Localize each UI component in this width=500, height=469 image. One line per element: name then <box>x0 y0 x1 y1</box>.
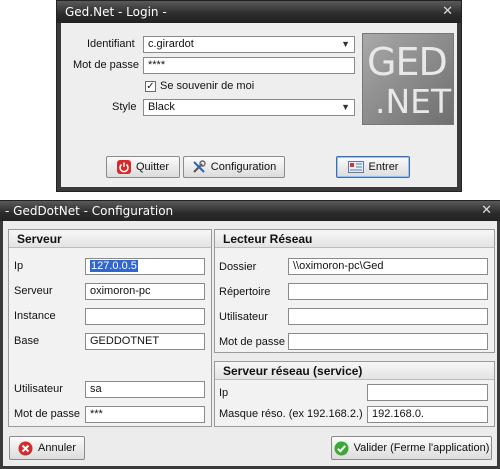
power-icon <box>116 160 131 174</box>
tools-icon <box>193 160 206 173</box>
identifiant-label: Identifiant <box>87 38 135 50</box>
mot-de-passe-value: *** <box>90 408 103 420</box>
mot-de-passe-label: Mot de passe <box>14 408 81 420</box>
ged-net-logo: GED .NET <box>362 33 454 125</box>
dossier-field[interactable]: \\oximoron-pc\Ged <box>288 258 488 275</box>
remember-checkbox[interactable]: ✓ <box>145 81 156 92</box>
utilisateur-field[interactable]: sa <box>85 381 205 398</box>
service-ip-label: Ip <box>219 387 229 399</box>
chevron-down-icon[interactable]: ▼ <box>341 38 350 51</box>
close-icon[interactable]: ✕ <box>442 4 453 19</box>
cancel-icon <box>18 441 33 455</box>
identifiant-value: c.girardot <box>148 38 194 50</box>
lecteur-mot-de-passe-field[interactable] <box>288 333 488 350</box>
password-label: Mot de passe <box>73 59 140 71</box>
enter-label: Entrer <box>368 161 399 173</box>
configuration-body: Serveur Ip 127.0.0.5 Serveur oximoron-pc… <box>3 221 497 466</box>
remember-label: Se souvenir de moi <box>160 80 255 92</box>
lecteur-reseau-group: Lecteur Réseau Dossier \\oximoron-pc\Ged… <box>214 229 495 353</box>
serveur-group-title: Serveur <box>9 230 211 248</box>
style-value: Black <box>148 101 175 113</box>
instance-label: Instance <box>14 310 56 322</box>
cancel-label: Annuler <box>38 442 76 454</box>
configuration-window: - GedDotNet - Configuration ✕ Serveur Ip… <box>0 200 500 469</box>
check-icon <box>334 441 349 455</box>
configuration-title: - GedDotNet - Configuration <box>5 204 174 218</box>
style-label: Style <box>112 101 137 113</box>
masque-label: Masque réso. (ex 192.168.2.) <box>219 408 363 420</box>
serveur-group: Serveur Ip 127.0.0.5 Serveur oximoron-pc… <box>8 229 212 427</box>
login-window: Ged.Net - Login - ✕ Identifiant c.girard… <box>56 0 462 192</box>
serveur-reseau-group-title: Serveur réseau (service) <box>215 362 494 380</box>
utilisateur-label: Utilisateur <box>14 383 63 395</box>
login-icon <box>347 161 364 173</box>
login-body: Identifiant c.girardot ▼ Mot de passe **… <box>61 23 457 187</box>
service-ip-field[interactable] <box>367 384 488 401</box>
base-label: Base <box>14 335 40 347</box>
lecteur-reseau-group-title: Lecteur Réseau <box>215 230 494 248</box>
repertoire-field[interactable] <box>288 283 488 300</box>
utilisateur-value: sa <box>90 383 102 395</box>
ip-value: 127.0.0.5 <box>90 260 138 272</box>
dossier-value: \\oximoron-pc\Ged <box>293 260 384 272</box>
chevron-down-icon[interactable]: ▼ <box>341 101 350 114</box>
style-combo[interactable]: Black ▼ <box>143 99 355 116</box>
quit-button[interactable]: Quitter <box>106 156 180 178</box>
base-value: GEDDOTNET <box>90 335 160 347</box>
masque-field[interactable]: 192.168.0. <box>367 406 488 423</box>
repertoire-label: Répertoire <box>219 286 271 298</box>
serveur-reseau-group: Serveur réseau (service) Ip Masque réso.… <box>214 361 495 427</box>
password-value: **** <box>148 59 166 71</box>
ip-field[interactable]: 127.0.0.5 <box>85 258 205 275</box>
password-field[interactable]: **** <box>143 57 355 74</box>
quit-label: Quitter <box>135 161 169 173</box>
configuration-button[interactable]: Configuration <box>183 156 285 178</box>
login-titlebar[interactable]: Ged.Net - Login - ✕ <box>57 1 461 23</box>
ip-label: Ip <box>14 260 24 272</box>
masque-value: 192.168.0. <box>372 408 424 420</box>
lecteur-mot-de-passe-label: Mot de passe <box>219 336 286 348</box>
logo-line2: .NET <box>375 82 452 121</box>
identifiant-combo[interactable]: c.girardot ▼ <box>143 36 355 53</box>
serveur-label: Serveur <box>14 285 53 297</box>
login-title: Ged.Net - Login - <box>65 5 167 19</box>
validate-label: Valider (Ferme l'application) <box>353 442 490 454</box>
base-field[interactable]: GEDDOTNET <box>85 333 205 350</box>
close-icon[interactable]: ✕ <box>481 203 492 218</box>
validate-button[interactable]: Valider (Ferme l'application) <box>331 436 492 460</box>
instance-field[interactable] <box>85 308 205 325</box>
configuration-titlebar[interactable]: - GedDotNet - Configuration ✕ <box>0 201 500 221</box>
lecteur-utilisateur-field[interactable] <box>288 308 488 325</box>
lecteur-utilisateur-label: Utilisateur <box>219 311 268 323</box>
mot-de-passe-field[interactable]: *** <box>85 406 205 423</box>
configuration-label: Configuration <box>210 161 277 173</box>
enter-button[interactable]: Entrer <box>336 156 410 178</box>
cancel-button[interactable]: Annuler <box>9 436 85 460</box>
serveur-field[interactable]: oximoron-pc <box>85 283 205 300</box>
serveur-value: oximoron-pc <box>90 285 151 297</box>
logo-line1: GED <box>367 40 448 84</box>
dossier-label: Dossier <box>219 261 257 273</box>
